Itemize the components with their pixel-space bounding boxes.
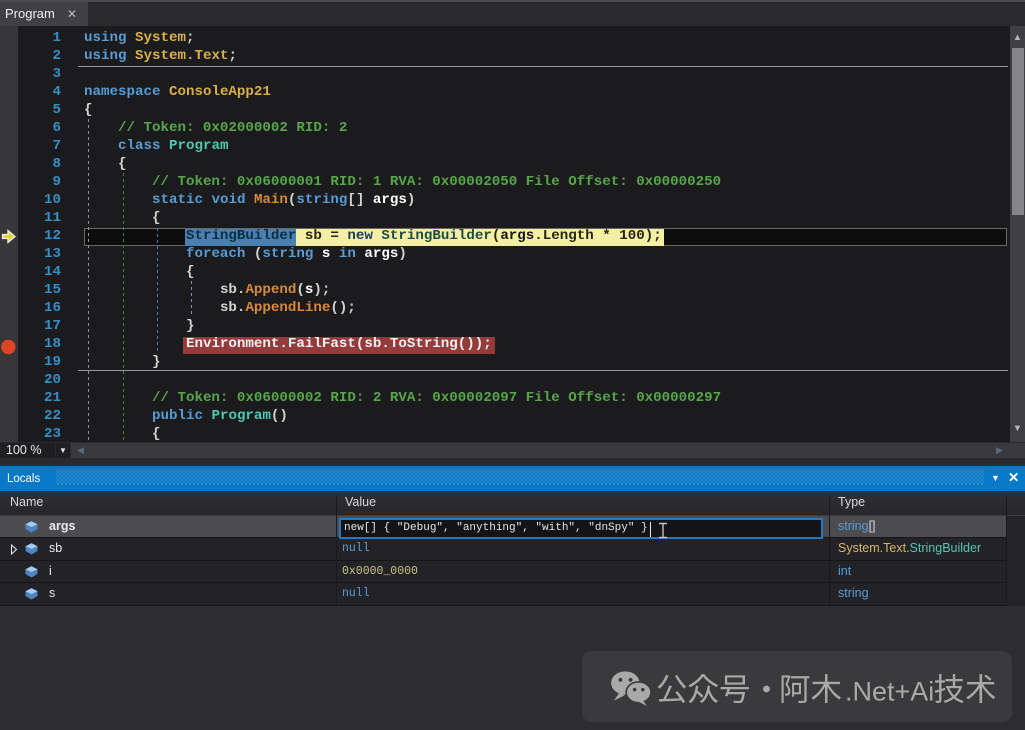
svg-text:.Net+Ai: .Net+Ai xyxy=(845,677,934,707)
